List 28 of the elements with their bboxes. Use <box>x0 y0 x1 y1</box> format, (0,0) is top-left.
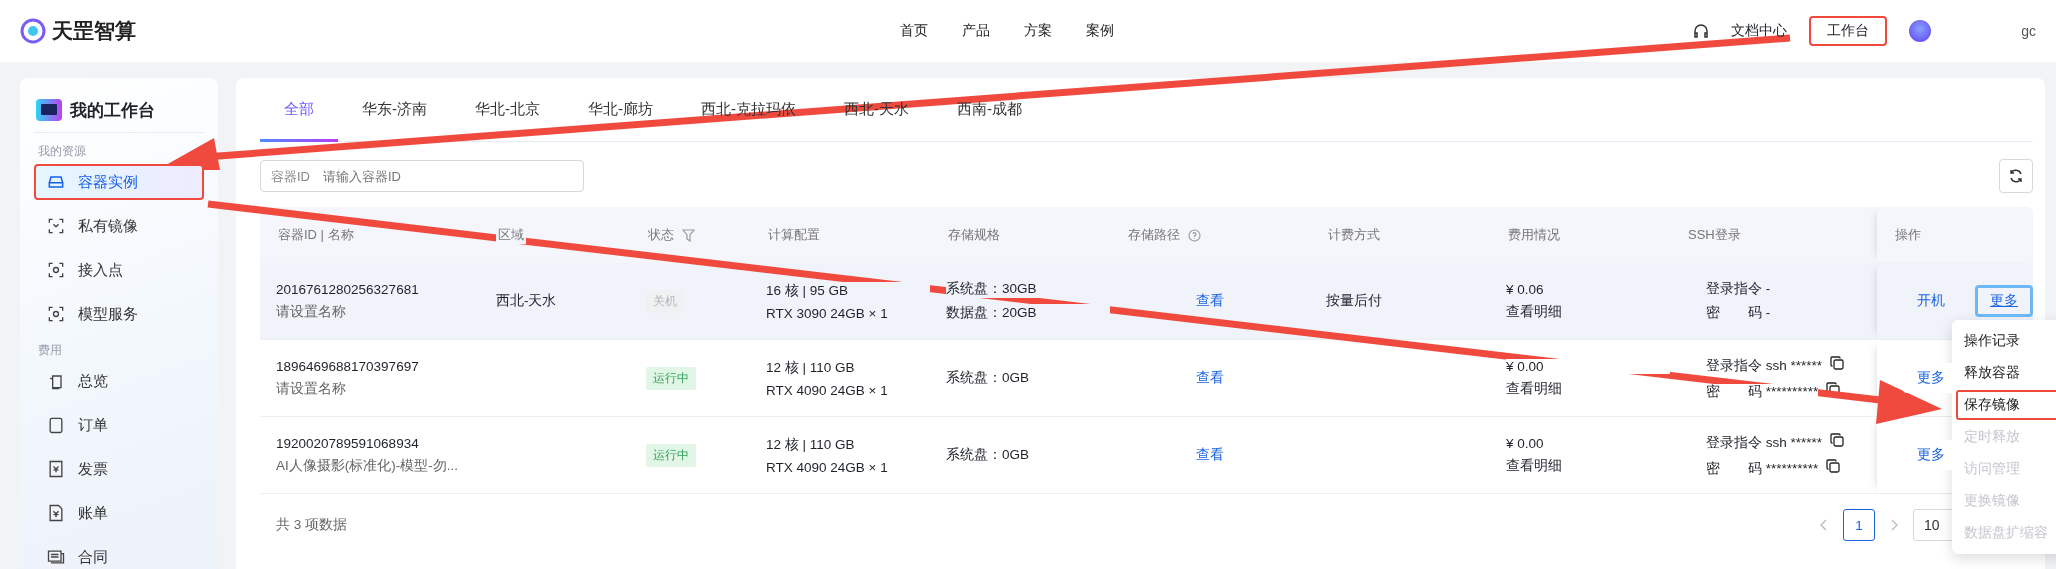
ssh-credential: 密 码 - <box>1706 305 1771 321</box>
column-header: 存储路径 <box>1126 226 1182 244</box>
column-header: 费用情况 <box>1506 226 1562 244</box>
total-count: 共 3 项数据 <box>276 516 347 534</box>
ssh-credential: 登录指令 - <box>1706 281 1771 297</box>
column-header: 容器ID | 名称 <box>276 226 356 244</box>
ssh-credential: 密 码 ********** <box>1706 384 1819 400</box>
status-badge: 关机 <box>646 289 684 313</box>
column-header: 计算配置 <box>766 226 822 244</box>
column-header: 状态 <box>646 226 676 244</box>
status-badge: 运行中 <box>646 366 696 390</box>
status-badge: 运行中 <box>646 443 696 467</box>
column-header: 存储规格 <box>946 226 1002 244</box>
field-label: 容器ID <box>271 168 310 186</box>
brand-name: 天罡智算 <box>52 18 136 44</box>
column-header: 计费方式 <box>1326 226 1382 244</box>
ssh-credential: 登录指令 ssh ****** <box>1706 435 1823 451</box>
section-label: 费用 <box>38 342 63 359</box>
section-label: 我的资源 <box>38 143 87 160</box>
ssh-credential: 登录指令 ssh ****** <box>1706 358 1823 374</box>
sidebar-title: 我的工作台 <box>70 99 155 122</box>
column-header: 区域 <box>496 226 526 244</box>
compute-spec: 16 核 | 95 GB <box>766 281 930 300</box>
storage-spec: 数据盘：20GB <box>946 304 1110 322</box>
ssh-credential: 密 码 ********** <box>1706 461 1819 477</box>
fee-amount: ¥ 0.00 <box>1506 358 1670 374</box>
column-header: 操作 <box>1893 226 1923 244</box>
column-header: SSH登录 <box>1686 226 1743 244</box>
